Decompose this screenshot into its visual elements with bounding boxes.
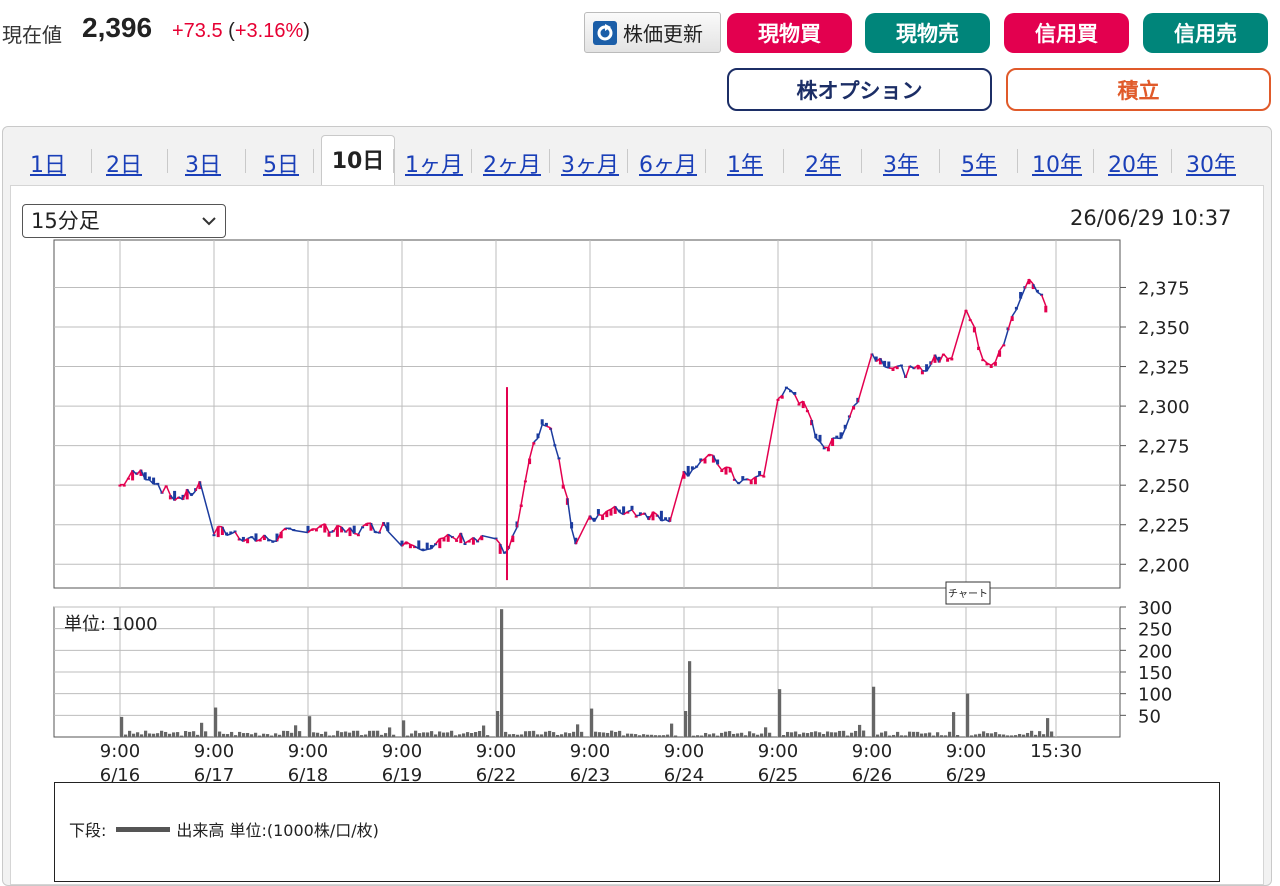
tab-separator bbox=[393, 149, 394, 173]
tab-10[interactable]: 2年 bbox=[791, 147, 855, 175]
tab-4[interactable]: 10日 bbox=[321, 135, 395, 187]
legend-series-label: 出来高 単位:(1000株/口/枚) bbox=[176, 817, 378, 841]
tab-8[interactable]: 6ヶ月 bbox=[635, 147, 701, 175]
tab-separator bbox=[471, 149, 472, 173]
tab-separator bbox=[91, 149, 92, 173]
buy-margin-button[interactable]: 信用買 bbox=[1004, 13, 1129, 53]
price-change-amount: +73.5 bbox=[172, 20, 223, 42]
tab-separator bbox=[1017, 149, 1018, 173]
current-price: 2,396 bbox=[82, 12, 152, 44]
current-price-label: 現在値 bbox=[2, 19, 62, 48]
legend-prefix: 下段: bbox=[69, 817, 106, 841]
tab-separator bbox=[783, 149, 784, 173]
tab-separator bbox=[627, 149, 628, 173]
accumulate-button[interactable]: 積立 bbox=[1006, 68, 1271, 111]
tab-separator bbox=[313, 149, 314, 173]
refresh-icon bbox=[593, 21, 617, 45]
volume-legend-swatch bbox=[116, 827, 170, 832]
tab-15[interactable]: 30年 bbox=[1179, 147, 1243, 175]
tab-separator bbox=[167, 149, 168, 173]
buy-spot-button[interactable]: 現物買 bbox=[727, 13, 852, 53]
interval-select[interactable]: 15分足 bbox=[22, 204, 226, 238]
tab-11[interactable]: 3年 bbox=[869, 147, 933, 175]
tab-separator bbox=[939, 149, 940, 173]
price-change: +73.5 (+3.16%) bbox=[172, 20, 310, 43]
tab-12[interactable]: 5年 bbox=[947, 147, 1011, 175]
sell-spot-button[interactable]: 現物売 bbox=[865, 13, 990, 53]
tab-separator bbox=[1093, 149, 1094, 173]
chart-panel: 1日 2日 3日 5日 10日1ヶ月 2ヶ月 3ヶ月 6ヶ月 1年 2年 3年 5年 10年 20年 30年 bbox=[2, 126, 1272, 886]
tab-separator bbox=[245, 149, 246, 173]
chart-timestamp: 26/06/29 10:37 bbox=[1070, 206, 1232, 230]
tab-separator bbox=[1171, 149, 1172, 173]
interval-select-value: 15分足 bbox=[31, 209, 100, 233]
chevron-down-icon bbox=[201, 213, 217, 229]
refresh-price-button[interactable]: 株価更新 bbox=[584, 12, 721, 53]
price-change-percent: +3.16% bbox=[235, 20, 303, 42]
tab-9[interactable]: 1年 bbox=[713, 147, 777, 175]
paren-open: ( bbox=[228, 20, 235, 42]
tab-separator bbox=[705, 149, 706, 173]
legend-box: 下段: 出来高 単位:(1000株/口/枚) bbox=[54, 782, 1220, 882]
tab-7[interactable]: 3ヶ月 bbox=[557, 147, 623, 175]
paren-close: ) bbox=[303, 20, 310, 42]
stock-option-button[interactable]: 株オプション bbox=[727, 68, 992, 111]
tab-0[interactable]: 1日 bbox=[23, 147, 73, 175]
tab-6[interactable]: 2ヶ月 bbox=[479, 147, 545, 175]
tab-13[interactable]: 10年 bbox=[1025, 147, 1089, 175]
refresh-price-label: 株価更新 bbox=[623, 18, 703, 47]
chart-area bbox=[10, 185, 1264, 885]
legend: 下段: 出来高 単位:(1000株/口/枚) bbox=[69, 817, 379, 841]
tab-3[interactable]: 5日 bbox=[253, 147, 309, 175]
tab-separator bbox=[549, 149, 550, 173]
tab-separator bbox=[861, 149, 862, 173]
sell-margin-button[interactable]: 信用売 bbox=[1143, 13, 1268, 53]
tab-1[interactable]: 2日 bbox=[99, 147, 149, 175]
tab-5[interactable]: 1ヶ月 bbox=[401, 147, 467, 175]
period-tabs: 1日 2日 3日 5日 10日1ヶ月 2ヶ月 3ヶ月 6ヶ月 1年 2年 3年 5年 10年 20年 30年 bbox=[3, 127, 1271, 187]
tab-2[interactable]: 3日 bbox=[175, 147, 231, 175]
tab-14[interactable]: 20年 bbox=[1101, 147, 1165, 175]
